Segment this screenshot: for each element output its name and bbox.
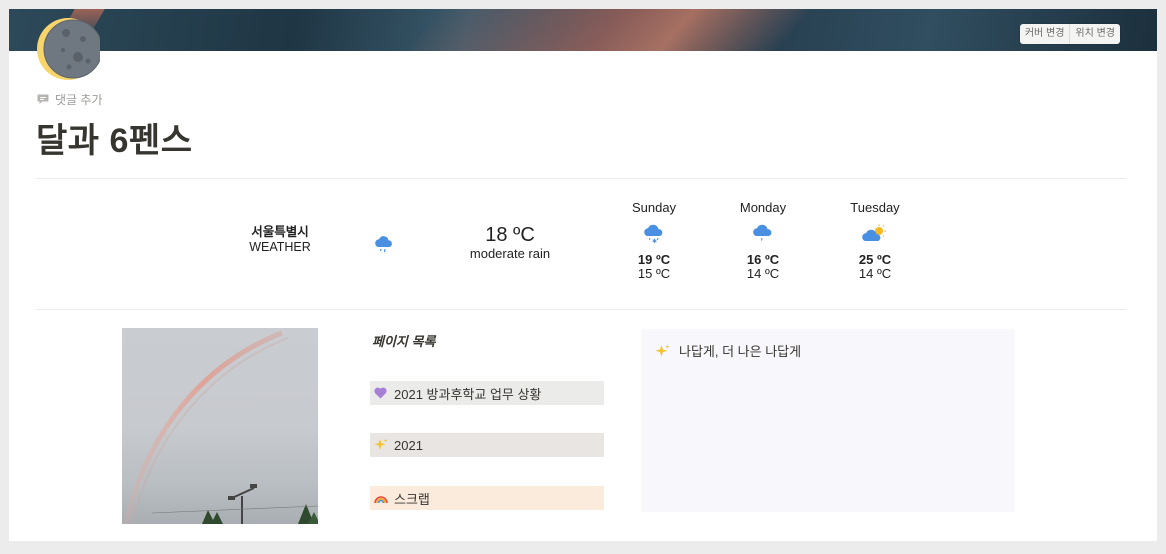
forecast-high: 25 ºC (858, 252, 892, 267)
add-comment-label: 댓글 추가 (55, 93, 103, 107)
current-description: moderate rain (469, 246, 551, 261)
weather-widget-label: WEATHER (249, 240, 311, 254)
divider (36, 178, 1126, 179)
callout-block[interactable]: 나답게, 더 나은 나답게 (641, 329, 1015, 512)
moon-icon[interactable] (36, 17, 103, 81)
cover-image: 커버 변경 위치 변경 (9, 9, 1157, 51)
toc-item-label: 2021 방과후학교 업무 상황 (394, 386, 542, 402)
weather-location: 서울특별시 WEATHER (219, 225, 341, 255)
forecast-day: Tuesday 25 ºC 14 ºC (835, 200, 915, 281)
purple-heart-icon (374, 387, 392, 399)
toc-item-label: 2021 (394, 437, 423, 453)
page-title[interactable]: 달과 6펜스 (36, 113, 192, 162)
toc-item[interactable]: 2021 (370, 433, 604, 457)
forecast-day: Monday 16 ºC 14 ºC (723, 200, 803, 281)
sparkles-icon (374, 438, 392, 452)
snow-rain-cloud-icon: ✱ (614, 220, 694, 250)
rain-cloud-icon (723, 220, 803, 250)
rain-cloud-icon (373, 234, 395, 261)
sun-cloud-icon (835, 220, 915, 250)
forecast-low: 14 ºC (746, 266, 780, 281)
divider (36, 309, 1126, 310)
forecast-day-name: Monday (739, 200, 787, 215)
rainbow-photo (122, 328, 318, 524)
forecast-day-name: Tuesday (850, 200, 900, 215)
forecast-high: 16 ºC (746, 252, 780, 267)
sparkles-icon (655, 344, 670, 364)
toc-item[interactable]: 2021 방과후학교 업무 상황 (370, 381, 604, 405)
toc-item[interactable]: 스크랩 (370, 486, 604, 510)
forecast-day-name: Sunday (631, 200, 677, 215)
weather-widget: 서울특별시 WEATHER 18 ºC moderate rain Sunday… (9, 197, 1157, 297)
weather-city: 서울특별시 (251, 225, 309, 239)
add-comment-button[interactable]: 댓글 추가 (37, 91, 103, 108)
forecast-day: Sunday ✱ 19 ºC 15 ºC (614, 200, 694, 281)
svg-text:✱: ✱ (652, 238, 657, 245)
current-temperature: 18 ºC (485, 224, 535, 246)
change-cover-button[interactable]: 커버 변경 (1020, 24, 1070, 44)
forecast-low: 14 ºC (858, 266, 892, 281)
forecast-high: 19 ºC (637, 252, 671, 267)
callout-text: 나답게, 더 나은 나답게 (679, 344, 802, 359)
rainbow-icon (374, 492, 392, 504)
toc-title: 페이지 목록 (372, 334, 436, 349)
comment-icon (37, 94, 49, 104)
page-frame: 커버 변경 위치 변경 댓글 추가 달과 6펜스 서울특별시 WEATHER 1… (9, 9, 1157, 541)
reposition-button[interactable]: 위치 변경 (1069, 24, 1120, 44)
forecast-low: 15 ºC (637, 266, 671, 281)
cover-actions: 커버 변경 위치 변경 (1019, 24, 1120, 44)
current-weather: 18 ºC moderate rain (435, 223, 585, 261)
toc-item-label: 스크랩 (394, 491, 430, 507)
